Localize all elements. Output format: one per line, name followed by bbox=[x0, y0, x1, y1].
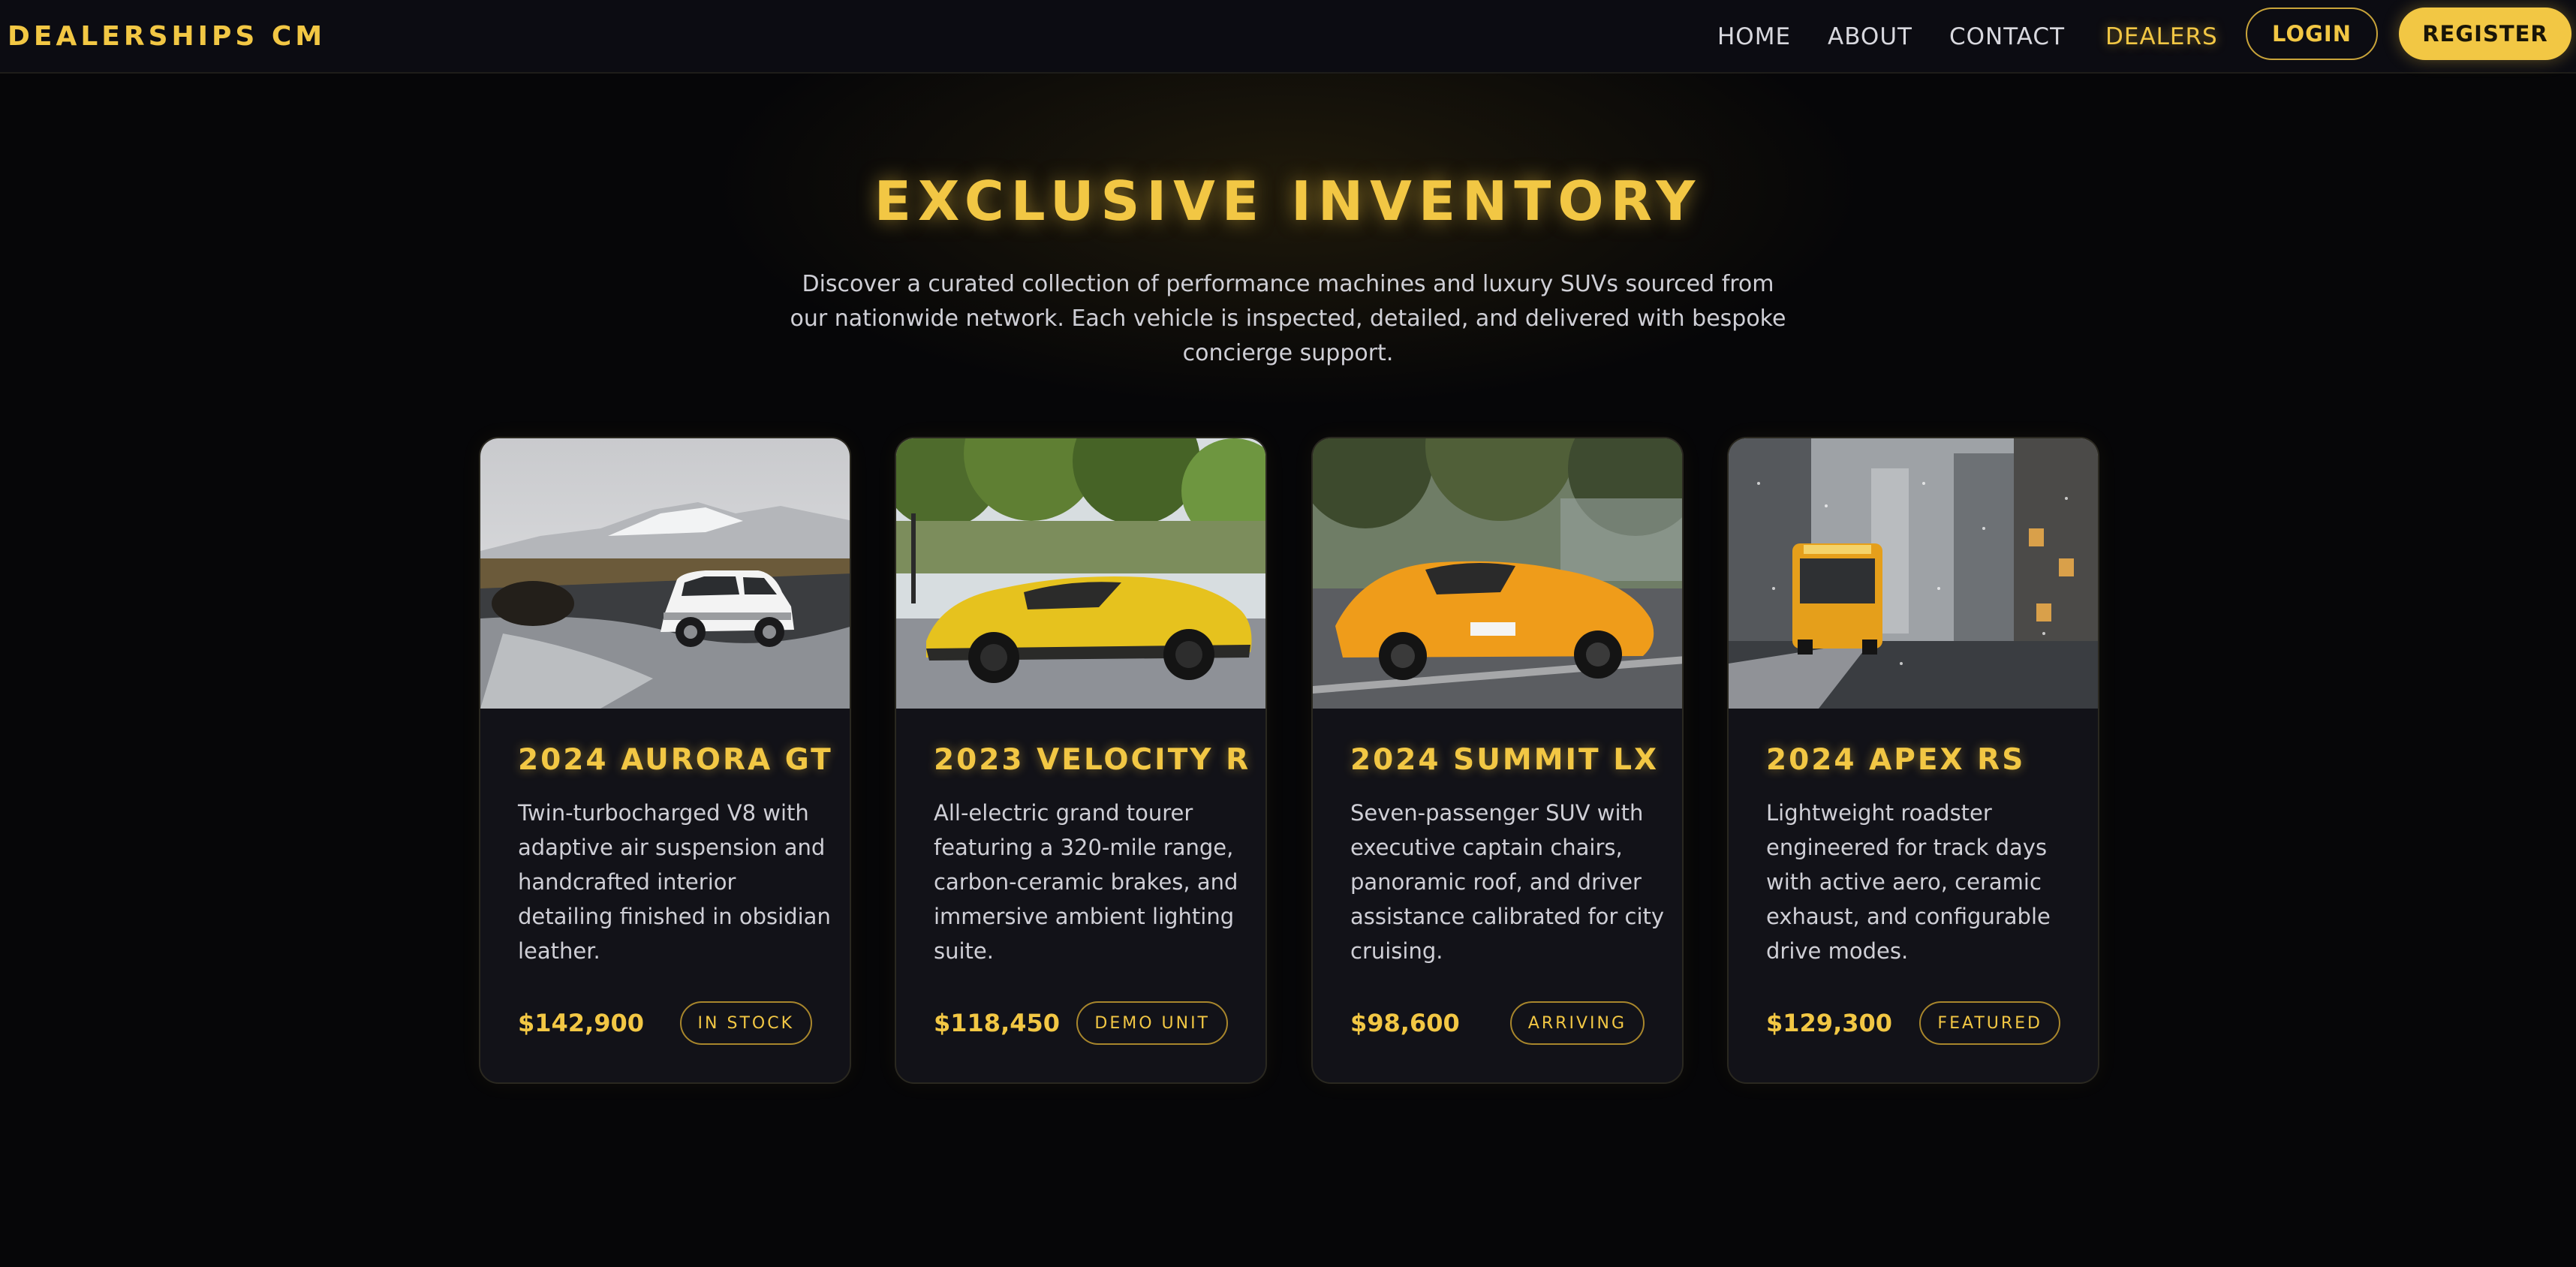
status-badge: ARRIVING bbox=[1509, 1001, 1645, 1045]
vehicle-image-supercar bbox=[896, 438, 1265, 709]
status-badge: IN STOCK bbox=[679, 1001, 812, 1045]
vehicle-image-suv bbox=[480, 438, 850, 709]
nav-link-dealers[interactable]: DEALERS bbox=[2105, 18, 2218, 56]
register-button[interactable]: REGISTER bbox=[2399, 8, 2571, 60]
vehicle-title: 2024 AURORA GT bbox=[518, 743, 833, 777]
vehicle-description: Twin-turbocharged V8 with adaptive air s… bbox=[518, 800, 831, 964]
vehicle-card[interactable]: 2023 VELOCITY R All-electric grand toure… bbox=[895, 437, 1267, 1084]
status-badge: DEMO UNIT bbox=[1076, 1001, 1228, 1045]
vehicle-price: $129,300 bbox=[1766, 1009, 1893, 1037]
vehicle-title: 2024 SUMMIT LX bbox=[1350, 743, 1660, 777]
status-badge: FEATURED bbox=[1919, 1001, 2060, 1045]
vehicle-title: 2024 APEX RS bbox=[1766, 743, 2026, 777]
nav-link-contact[interactable]: CONTACT bbox=[1949, 18, 2065, 56]
nav-link-home[interactable]: HOME bbox=[1717, 18, 1791, 56]
vehicle-description: Lightweight roadster engineered for trac… bbox=[1766, 800, 2051, 964]
vehicle-image-bus bbox=[1729, 438, 2098, 709]
vehicle-card[interactable]: 2024 AURORA GT Twin-turbocharged V8 with… bbox=[479, 437, 851, 1084]
vehicle-card[interactable]: 2024 APEX RS Lightweight roadster engine… bbox=[1727, 437, 2099, 1084]
page-description: Discover a curated collection of perform… bbox=[790, 271, 1786, 366]
login-button[interactable]: LOGIN bbox=[2246, 8, 2378, 60]
vehicle-price: $142,900 bbox=[518, 1009, 645, 1037]
top-navbar: DEALERSHIPS CM HOME ABOUT CONTACT DEALER… bbox=[0, 0, 2576, 74]
brand-logo[interactable]: DEALERSHIPS CM bbox=[8, 18, 326, 56]
page: DEALERSHIPS CM HOME ABOUT CONTACT DEALER… bbox=[0, 0, 2576, 1267]
vehicle-price: $98,600 bbox=[1350, 1009, 1460, 1037]
vehicle-card[interactable]: 2024 SUMMIT LX Seven-passenger SUV with … bbox=[1311, 437, 1684, 1084]
vehicle-description: All-electric grand tourer featuring a 32… bbox=[934, 800, 1238, 964]
nav-link-about[interactable]: ABOUT bbox=[1828, 18, 1912, 56]
vehicle-description: Seven-passenger SUV with executive capta… bbox=[1350, 800, 1665, 964]
vehicle-title: 2023 VELOCITY R bbox=[934, 743, 1251, 777]
page-title: EXCLUSIVE INVENTORY bbox=[874, 170, 1702, 233]
vehicle-image-race-car bbox=[1313, 438, 1682, 709]
vehicle-price: $118,450 bbox=[934, 1009, 1061, 1037]
